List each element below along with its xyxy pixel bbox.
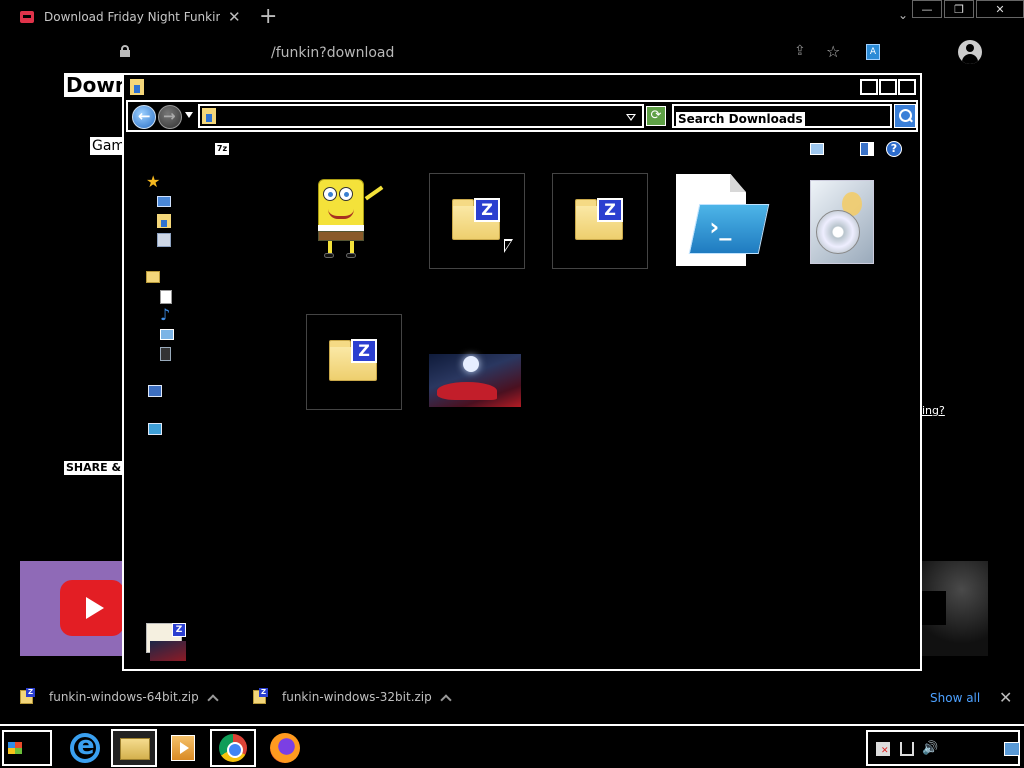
explorer-close-button[interactable]: [898, 79, 916, 95]
extension-icon[interactable]: A: [866, 44, 880, 60]
nav-recent-places-icon[interactable]: [157, 233, 171, 247]
download-filename: funkin-windows-32bit.zip: [282, 690, 432, 704]
zip-folder-icon[interactable]: Z: [429, 173, 525, 269]
volume-icon[interactable]: 🔊: [922, 742, 938, 756]
download-filename: funkin-windows-64bit.zip: [49, 690, 199, 704]
browser-tab-bar: Download Friday Night Funkin' by n ✕ + ⌄…: [0, 0, 1024, 34]
favorites-star-icon[interactable]: ★: [146, 174, 160, 190]
downloads-folder-icon: [202, 108, 216, 124]
nav-libraries-icon[interactable]: [146, 271, 160, 283]
explorer-window-controls: [859, 79, 916, 95]
explorer-title-bar[interactable]: [124, 75, 920, 99]
lock-icon[interactable]: [120, 45, 130, 57]
download-item[interactable]: funkin-windows-32bit.zip: [253, 688, 432, 704]
zip-file-icon: [20, 688, 35, 704]
file-explorer-icon: [120, 738, 150, 760]
close-shelf-icon[interactable]: ✕: [999, 688, 1012, 707]
search-icon[interactable]: [894, 104, 916, 128]
restore-button[interactable]: ❐: [944, 0, 974, 18]
search-placeholder: Search Downloads: [676, 112, 805, 126]
taskbar: 🔊: [0, 724, 1024, 768]
taskbar-firefox[interactable]: [262, 729, 308, 767]
nav-videos-icon[interactable]: [160, 347, 171, 361]
media-player-icon: [171, 735, 195, 761]
browser-tab[interactable]: Download Friday Night Funkin' by n ✕: [8, 0, 248, 34]
explorer-window: ⟳ Search Downloads 7z ? ★ ♪: [122, 73, 922, 671]
details-pane-thumbnail: Z: [146, 623, 188, 663]
forward-button[interactable]: [158, 105, 182, 129]
downloads-shelf: funkin-windows-64bit.zip funkin-windows-…: [0, 676, 1024, 721]
action-center-flag-icon[interactable]: [876, 742, 890, 756]
back-button[interactable]: [132, 105, 156, 129]
profile-icon[interactable]: [958, 40, 982, 64]
explorer-minimize-button[interactable]: [860, 79, 878, 95]
zip-badge: Z: [597, 198, 623, 222]
youtube-play-icon[interactable]: [60, 580, 124, 636]
explorer-maximize-button[interactable]: [879, 79, 897, 95]
change-view-button[interactable]: [810, 143, 824, 155]
show-desktop-icon[interactable]: [1004, 742, 1020, 756]
zip-badge: Z: [351, 339, 377, 363]
taskbar-chrome[interactable]: [210, 729, 256, 767]
start-button[interactable]: [2, 730, 52, 766]
nav-computer-icon[interactable]: [148, 385, 162, 397]
show-all-downloads-link[interactable]: Show all: [930, 691, 980, 705]
downloads-folder-icon: [130, 79, 144, 95]
youtube-embed[interactable]: [20, 561, 124, 656]
chrome-icon: [219, 734, 247, 762]
internet-explorer-icon: [70, 731, 100, 763]
zip-badge: Z: [474, 198, 500, 222]
close-window-button[interactable]: ✕: [976, 0, 1024, 18]
download-options-chevron-icon[interactable]: [207, 694, 219, 706]
taskbar-internet-explorer[interactable]: [62, 729, 108, 767]
window-controls: — ❐ ✕: [910, 0, 1024, 18]
tab-close-icon[interactable]: ✕: [228, 8, 241, 26]
powershell-script-icon[interactable]: [676, 174, 772, 270]
screen: Download Friday Night Funkin' by n ✕ + ⌄…: [0, 0, 1024, 768]
taskbar-media-player[interactable]: [160, 729, 206, 767]
nav-pictures-icon[interactable]: [160, 329, 174, 340]
installer-icon[interactable]: [804, 176, 900, 272]
network-icon[interactable]: [900, 742, 914, 756]
refresh-button[interactable]: ⟳: [646, 106, 666, 126]
windows-logo-icon: [8, 742, 22, 754]
star-icon[interactable]: ☆: [826, 42, 840, 61]
mouse-cursor-icon: [504, 239, 513, 253]
download-options-chevron-icon[interactable]: [440, 694, 452, 706]
explorer-toolbar: ⟳ Search Downloads: [126, 100, 918, 132]
zip-file-icon: [253, 688, 268, 704]
itch-favicon-icon: [20, 11, 34, 23]
nav-downloads-icon[interactable]: [157, 214, 171, 228]
zip-badge-small: Z: [172, 623, 186, 637]
red-cloak-image-icon[interactable]: [429, 354, 521, 407]
download-item[interactable]: funkin-windows-64bit.zip: [20, 688, 199, 704]
nav-desktop-icon[interactable]: [157, 196, 171, 207]
7zip-menu-button[interactable]: 7z: [215, 143, 229, 155]
spongebob-image-icon[interactable]: [306, 173, 402, 269]
help-button[interactable]: ?: [886, 141, 902, 157]
search-input[interactable]: Search Downloads: [672, 104, 892, 128]
new-tab-button[interactable]: +: [259, 4, 277, 29]
url-field[interactable]: /funkin?download: [271, 45, 394, 61]
taskbar-file-explorer[interactable]: [111, 729, 157, 767]
video-thumbnail[interactable]: [922, 561, 988, 656]
nav-music-icon[interactable]: ♪: [160, 307, 174, 323]
address-dropdown-icon[interactable]: [626, 114, 636, 121]
recent-pages-dropdown-icon[interactable]: [185, 112, 193, 118]
page-help-link[interactable]: ing?: [922, 404, 945, 417]
zip-folder-icon[interactable]: Z: [306, 314, 402, 410]
share-icon[interactable]: ⇪: [794, 43, 806, 59]
nav-network-icon[interactable]: [148, 423, 162, 435]
tab-search-dropdown-icon[interactable]: ⌄: [898, 8, 908, 22]
tab-title: Download Friday Night Funkin' by n: [44, 10, 220, 24]
preview-pane-button[interactable]: [860, 142, 874, 156]
nav-documents-icon[interactable]: [160, 290, 172, 304]
firefox-icon: [270, 733, 300, 763]
minimize-button[interactable]: —: [912, 0, 942, 18]
address-bar: /funkin?download ⇪ ☆ A: [0, 34, 1024, 72]
explorer-address-field[interactable]: [198, 104, 644, 128]
system-tray: 🔊: [866, 730, 1020, 766]
zip-folder-icon[interactable]: Z: [552, 173, 648, 269]
